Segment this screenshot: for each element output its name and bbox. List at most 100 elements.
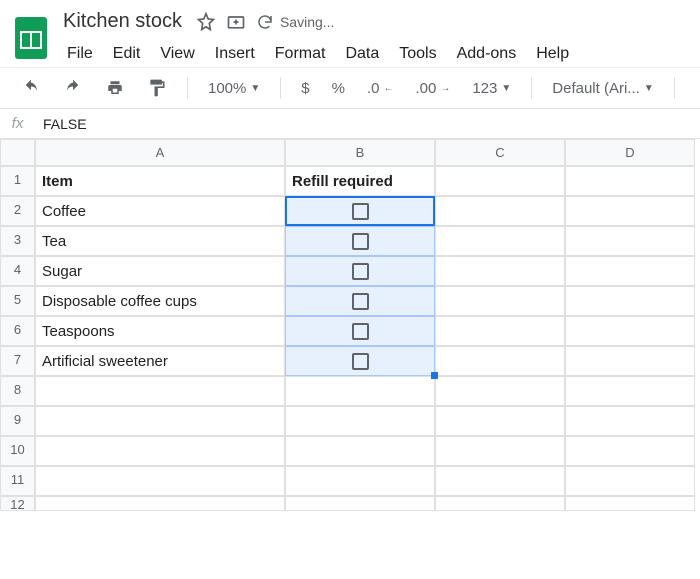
cell-a4[interactable]: Sugar xyxy=(35,256,285,286)
cell-d5[interactable] xyxy=(565,286,695,316)
cell-a6[interactable]: Teaspoons xyxy=(35,316,285,346)
cell-a3[interactable]: Tea xyxy=(35,226,285,256)
cell-a10[interactable] xyxy=(35,436,285,466)
cell-b1[interactable]: Refill required xyxy=(285,166,435,196)
paint-format-button[interactable] xyxy=(141,74,173,102)
cell-c10[interactable] xyxy=(435,436,565,466)
cell-c4[interactable] xyxy=(435,256,565,286)
cell-b2[interactable] xyxy=(285,196,435,226)
menu-insert[interactable]: Insert xyxy=(207,41,263,67)
redo-button[interactable] xyxy=(57,75,89,101)
checkbox-icon[interactable] xyxy=(352,263,369,280)
cell-c8[interactable] xyxy=(435,376,565,406)
menu-tools[interactable]: Tools xyxy=(391,41,444,67)
menu-view[interactable]: View xyxy=(152,41,202,67)
cell-a8[interactable] xyxy=(35,376,285,406)
row-header-11[interactable]: 11 xyxy=(0,466,35,496)
cell-d3[interactable] xyxy=(565,226,695,256)
cloud-sync-icon xyxy=(256,13,274,31)
menu-file[interactable]: File xyxy=(59,41,101,67)
cell-b5[interactable] xyxy=(285,286,435,316)
menu-format[interactable]: Format xyxy=(267,41,334,67)
menu-help[interactable]: Help xyxy=(528,41,577,67)
cell-d10[interactable] xyxy=(565,436,695,466)
format-currency[interactable]: $ xyxy=(295,76,315,101)
cell-c12[interactable] xyxy=(435,496,565,511)
cell-d8[interactable] xyxy=(565,376,695,406)
cell-a2[interactable]: Coffee xyxy=(35,196,285,226)
checkbox-icon[interactable] xyxy=(352,293,369,310)
row-header-3[interactable]: 3 xyxy=(0,226,35,256)
row-header-12[interactable]: 12 xyxy=(0,496,35,511)
cell-d9[interactable] xyxy=(565,406,695,436)
cell-a5[interactable]: Disposable coffee cups xyxy=(35,286,285,316)
increase-decimal[interactable]: .00→ xyxy=(409,76,456,101)
cell-b11[interactable] xyxy=(285,466,435,496)
cell-b10[interactable] xyxy=(285,436,435,466)
document-title[interactable]: Kitchen stock xyxy=(59,8,186,35)
menu-data[interactable]: Data xyxy=(337,41,387,67)
checkbox-icon[interactable] xyxy=(352,203,369,220)
col-header-c[interactable]: C xyxy=(435,139,565,166)
decrease-decimal[interactable]: .0← xyxy=(361,76,400,101)
cell-b7[interactable] xyxy=(285,346,435,376)
print-button[interactable] xyxy=(99,75,131,101)
row-header-4[interactable]: 4 xyxy=(0,256,35,286)
cell-d1[interactable] xyxy=(565,166,695,196)
star-icon[interactable] xyxy=(196,12,216,32)
row-header-5[interactable]: 5 xyxy=(0,286,35,316)
cell-c7[interactable] xyxy=(435,346,565,376)
toolbar: 100% ▼ $ % .0← .00→ 123▼ Default (Ari...… xyxy=(0,67,700,109)
checkbox-icon[interactable] xyxy=(352,233,369,250)
cell-a9[interactable] xyxy=(35,406,285,436)
menu-bar: File Edit View Insert Format Data Tools … xyxy=(59,41,577,67)
col-header-b[interactable]: B xyxy=(285,139,435,166)
select-all-corner[interactable] xyxy=(0,139,35,166)
cell-b12[interactable] xyxy=(285,496,435,511)
checkbox-icon[interactable] xyxy=(352,323,369,340)
cell-a12[interactable] xyxy=(35,496,285,511)
cell-c9[interactable] xyxy=(435,406,565,436)
cell-c1[interactable] xyxy=(435,166,565,196)
row-header-1[interactable]: 1 xyxy=(0,166,35,196)
cell-a7[interactable]: Artificial sweetener xyxy=(35,346,285,376)
cell-d12[interactable] xyxy=(565,496,695,511)
cell-b3[interactable] xyxy=(285,226,435,256)
row-header-7[interactable]: 7 xyxy=(0,346,35,376)
cell-a11[interactable] xyxy=(35,466,285,496)
number-format[interactable]: 123▼ xyxy=(466,76,517,101)
formula-input[interactable]: FALSE xyxy=(35,110,700,138)
menu-addons[interactable]: Add-ons xyxy=(449,41,525,67)
app-header: Kitchen stock Saving... File Edit View I… xyxy=(0,0,700,67)
col-header-a[interactable]: A xyxy=(35,139,285,166)
row-header-6[interactable]: 6 xyxy=(0,316,35,346)
checkbox-icon[interactable] xyxy=(352,353,369,370)
row-header-2[interactable]: 2 xyxy=(0,196,35,226)
move-icon[interactable] xyxy=(226,12,246,32)
col-header-d[interactable]: D xyxy=(565,139,695,166)
cell-b8[interactable] xyxy=(285,376,435,406)
cell-c3[interactable] xyxy=(435,226,565,256)
cell-b9[interactable] xyxy=(285,406,435,436)
menu-edit[interactable]: Edit xyxy=(105,41,149,67)
undo-button[interactable] xyxy=(15,75,47,101)
cell-d4[interactable] xyxy=(565,256,695,286)
spreadsheet-grid[interactable]: A B C D 1 Item Refill required 2 Coffee … xyxy=(0,139,700,511)
row-header-10[interactable]: 10 xyxy=(0,436,35,466)
font-select[interactable]: Default (Ari... ▼ xyxy=(546,76,659,101)
cell-c11[interactable] xyxy=(435,466,565,496)
cell-c6[interactable] xyxy=(435,316,565,346)
cell-d6[interactable] xyxy=(565,316,695,346)
cell-b4[interactable] xyxy=(285,256,435,286)
cell-c5[interactable] xyxy=(435,286,565,316)
cell-d11[interactable] xyxy=(565,466,695,496)
zoom-select[interactable]: 100% ▼ xyxy=(202,76,266,101)
cell-b6[interactable] xyxy=(285,316,435,346)
cell-a1[interactable]: Item xyxy=(35,166,285,196)
cell-d7[interactable] xyxy=(565,346,695,376)
row-header-9[interactable]: 9 xyxy=(0,406,35,436)
cell-d2[interactable] xyxy=(565,196,695,226)
format-percent[interactable]: % xyxy=(326,76,351,101)
row-header-8[interactable]: 8 xyxy=(0,376,35,406)
cell-c2[interactable] xyxy=(435,196,565,226)
